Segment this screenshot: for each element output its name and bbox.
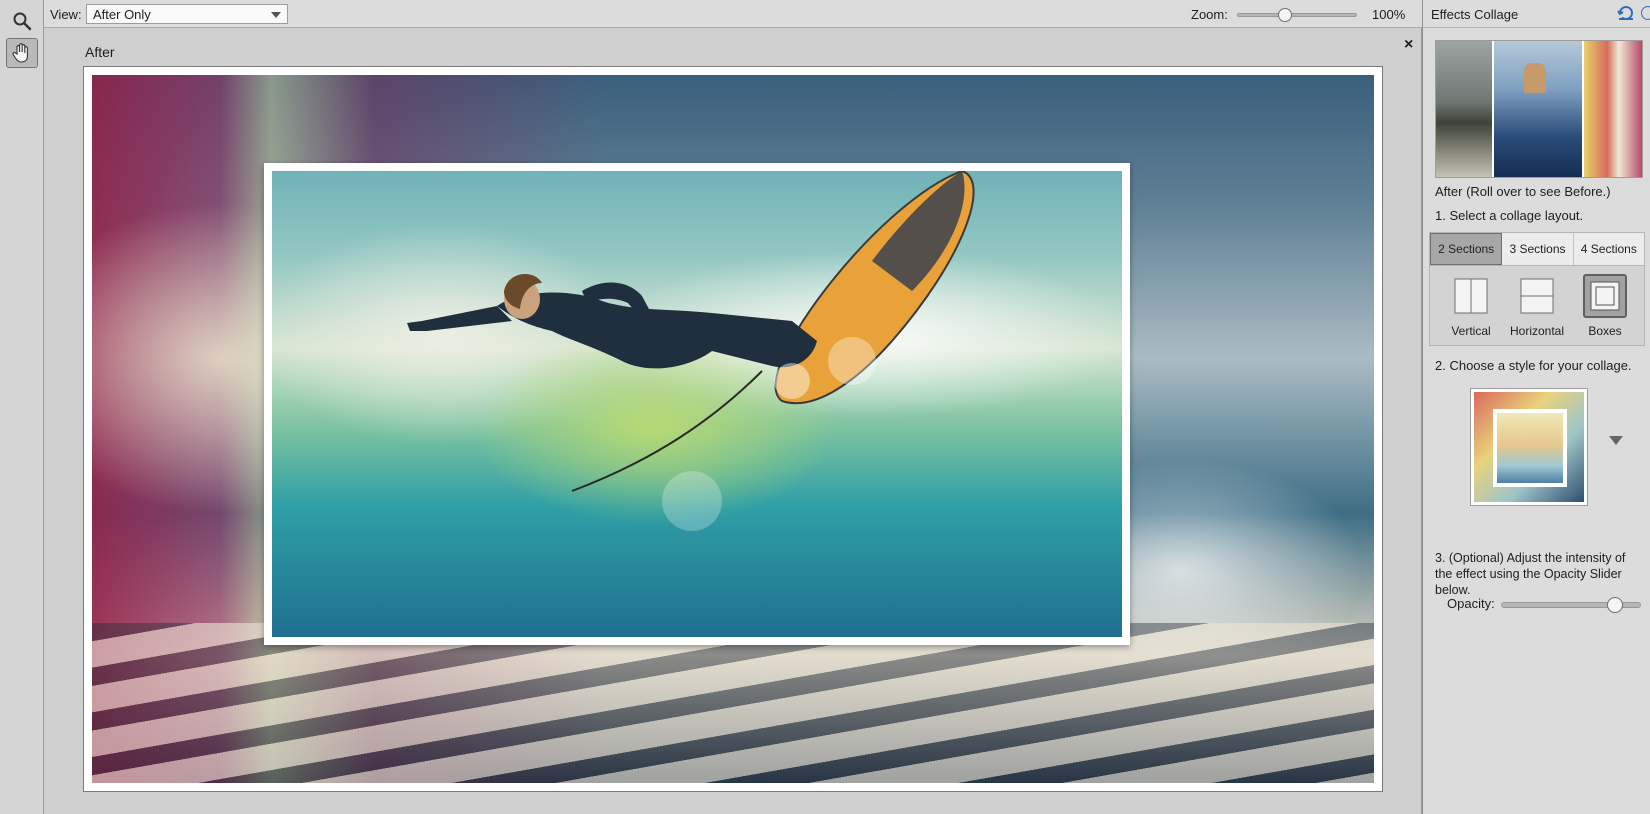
opacity-label: Opacity:	[1447, 596, 1495, 611]
zoom-slider[interactable]	[1237, 8, 1357, 22]
close-icon[interactable]: ×	[1404, 36, 1413, 54]
preview-strip-3	[1584, 41, 1642, 177]
boxes-layout-icon	[1583, 274, 1627, 318]
layout-vertical-label: Vertical	[1451, 324, 1491, 338]
chevron-down-icon	[271, 12, 281, 18]
layout-horizontal-label: Horizontal	[1509, 324, 1565, 338]
layout-boxes[interactable]: Boxes	[1574, 274, 1636, 342]
canvas-area: After ×	[44, 28, 1422, 814]
effects-collage-panel: Effects Collage After (Roll over to see …	[1422, 0, 1650, 814]
opacity-slider-thumb[interactable]	[1607, 597, 1624, 613]
style-thumb-inner	[1493, 409, 1567, 487]
photo-frame	[83, 66, 1383, 792]
section-tabs: 2 Sections 3 Sections 4 Sections	[1429, 232, 1645, 266]
zoom-value: 100%	[1372, 7, 1406, 22]
preview-strip-2	[1494, 41, 1582, 177]
wave-texture	[92, 623, 1374, 783]
reset-icon[interactable]	[1617, 4, 1635, 25]
opacity-slider[interactable]	[1501, 597, 1641, 613]
surfer-illustration	[407, 171, 975, 531]
preview-strip-1	[1436, 41, 1492, 177]
layout-horizontal[interactable]: Horizontal	[1506, 274, 1568, 342]
view-title: After	[85, 44, 115, 60]
collage-preview-thumbnail[interactable]	[1435, 40, 1643, 178]
collage-inner-image	[272, 171, 1122, 637]
zoom-tool-button[interactable]	[6, 6, 38, 36]
zoom-slider-thumb[interactable]	[1278, 8, 1293, 22]
preview-caption: After (Roll over to see Before.)	[1435, 184, 1611, 199]
options-bar: View: After Only Zoom: 100%	[44, 0, 1422, 28]
tab-2-sections[interactable]: 2 Sections	[1430, 233, 1503, 265]
zoom-icon	[13, 12, 32, 31]
tab-4-sections[interactable]: 4 Sections	[1574, 233, 1644, 265]
view-label: View:	[50, 7, 82, 22]
layout-vertical[interactable]: Vertical	[1440, 274, 1502, 342]
step-1-label: 1. Select a collage layout.	[1435, 208, 1584, 223]
collage-style-thumbnail[interactable]	[1470, 388, 1588, 506]
view-select[interactable]: After Only	[86, 4, 288, 24]
help-icon[interactable]	[1641, 6, 1650, 20]
horizontal-layout-icon	[1515, 274, 1559, 318]
zoom-label: Zoom:	[1191, 7, 1228, 22]
vertical-layout-icon	[1449, 274, 1493, 318]
view-select-value: After Only	[93, 7, 151, 22]
layout-options: Vertical Horizontal Boxes	[1429, 266, 1645, 346]
panel-title: Effects Collage	[1431, 7, 1519, 22]
hand-tool-button[interactable]	[6, 38, 38, 68]
tab-3-sections[interactable]: 3 Sections	[1502, 233, 1574, 265]
tool-strip	[0, 0, 44, 814]
collage-inner-frame	[264, 163, 1130, 645]
layout-boxes-label: Boxes	[1588, 324, 1622, 338]
hand-icon	[12, 43, 28, 63]
panel-header: Effects Collage	[1423, 0, 1650, 28]
style-dropdown-triangle-icon[interactable]	[1609, 436, 1623, 445]
step-3-label: 3. (Optional) Adjust the intensity of th…	[1435, 551, 1626, 597]
step-2-label: 2. Choose a style for your collage.	[1435, 358, 1632, 373]
